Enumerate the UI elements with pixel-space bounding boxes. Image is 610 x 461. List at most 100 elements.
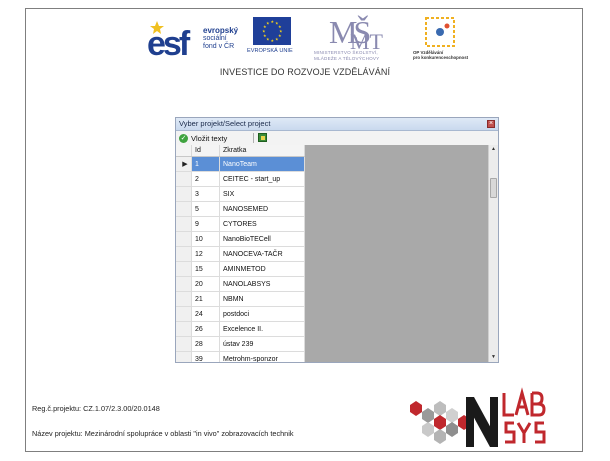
- row-selector-cell[interactable]: [176, 261, 192, 277]
- table-row[interactable]: 24 postdoci: [176, 306, 305, 322]
- esf-line-1: evropský: [203, 26, 239, 35]
- msmt-line-2: MLÁDEŽE A TĚLOVÝCHOVY: [314, 55, 380, 61]
- cell-zkratka[interactable]: postdoci: [219, 306, 305, 322]
- svg-text:★: ★: [271, 19, 275, 24]
- scroll-down-icon[interactable]: ▼: [489, 353, 498, 362]
- cell-id[interactable]: 39: [191, 351, 220, 362]
- svg-text:★: ★: [263, 33, 267, 38]
- esf-line-3: fond v ČR: [203, 43, 235, 50]
- vertical-scrollbar[interactable]: ▲ ▼: [488, 145, 498, 362]
- nanolabsys-logo: [410, 387, 546, 447]
- hexagon-cluster-icon: [410, 401, 470, 444]
- svg-text:★: ★: [271, 38, 275, 43]
- cell-zkratka[interactable]: NANOLABSYS: [219, 276, 305, 292]
- cell-zkratka[interactable]: NBMN: [219, 291, 305, 307]
- table-row[interactable]: 28 ústav 239: [176, 336, 305, 352]
- table-row[interactable]: 15 AMINMETOD: [176, 261, 305, 277]
- table-row[interactable]: 3 SIX: [176, 186, 305, 202]
- table-row[interactable]: 9 CYTORES: [176, 216, 305, 232]
- svg-text:★: ★: [278, 33, 282, 38]
- project-grid: Id Zkratka ▶ 1 NanoTeam 2 CEITEC - start_up 3…: [176, 145, 498, 362]
- row-selector-cell[interactable]: [176, 246, 192, 262]
- row-selector-cell[interactable]: [176, 291, 192, 307]
- cell-id[interactable]: 1: [191, 156, 220, 172]
- msmt-text: MINISTERSTVO ŠKOLSTVÍ, MLÁDEŽE A TĚLOVÝC…: [314, 50, 379, 61]
- row-selector-cell[interactable]: [176, 201, 192, 217]
- eu-logo: ★ ★ ★ ★ ★ ★ ★ ★ ★ ★ ★ ★ EVROPSKÁ UNIE: [247, 17, 307, 61]
- cell-id[interactable]: 28: [191, 336, 220, 352]
- cell-zkratka[interactable]: Excelence II.: [219, 321, 305, 337]
- table-row[interactable]: ▶ 1 NanoTeam: [176, 156, 305, 172]
- table-row[interactable]: 21 NBMN: [176, 291, 305, 307]
- column-header-zkratka[interactable]: Zkratka: [219, 145, 305, 157]
- n-glyph-icon: [466, 397, 498, 447]
- cell-id[interactable]: 3: [191, 186, 220, 202]
- cell-zkratka[interactable]: Metrohm-sponzor: [219, 351, 305, 362]
- msmt-line-1: MINISTERSTVO ŠKOLSTVÍ,: [314, 50, 378, 55]
- cell-zkratka[interactable]: NANOSEMED: [219, 201, 305, 217]
- scroll-up-icon[interactable]: ▲: [489, 145, 498, 154]
- project-table: Id Zkratka ▶ 1 NanoTeam 2 CEITEC - start_up 3…: [176, 145, 305, 362]
- svg-text:★: ★: [266, 21, 270, 26]
- cell-zkratka[interactable]: NanoBioTECell: [219, 231, 305, 247]
- insert-texts-button[interactable]: ✓ Vložit texty: [179, 132, 227, 144]
- excel-export-icon[interactable]: [258, 133, 267, 142]
- cell-id[interactable]: 12: [191, 246, 220, 262]
- svg-text:★: ★: [266, 37, 270, 42]
- row-selector-cell[interactable]: [176, 306, 192, 322]
- cell-zkratka[interactable]: CYTORES: [219, 216, 305, 232]
- table-row[interactable]: 20 NANOLABSYS: [176, 276, 305, 292]
- table-row[interactable]: 10 NanoBioTECell: [176, 231, 305, 247]
- cell-zkratka[interactable]: SIX: [219, 186, 305, 202]
- svg-text:★: ★: [275, 37, 279, 42]
- toolbar-separator: [253, 133, 254, 143]
- cell-zkratka[interactable]: NanoTeam: [219, 156, 305, 172]
- registration-number: Reg.č.projektu: CZ.1.07/2.3.00/20.0148: [32, 404, 160, 413]
- investice-heading: INVESTICE DO ROZVOJE VZDĚLÁVÁNÍ: [219, 67, 391, 77]
- project-name: Název projektu: Mezinárodní spolupráce v…: [32, 429, 294, 438]
- cell-id[interactable]: 2: [191, 171, 220, 187]
- cell-id[interactable]: 5: [191, 201, 220, 217]
- cell-zkratka[interactable]: AMINMETOD: [219, 261, 305, 277]
- svg-text:★: ★: [262, 29, 266, 34]
- row-selector-cell[interactable]: [176, 276, 192, 292]
- table-body: ▶ 1 NanoTeam 2 CEITEC - start_up 3 SIX 5 NANOSEM…: [176, 156, 305, 362]
- table-header-row: Id Zkratka: [176, 145, 305, 157]
- table-row[interactable]: 5 NANOSEMED: [176, 201, 305, 217]
- esf-mark-icon: esf: [147, 21, 194, 59]
- lab-sys-lettering-icon: [502, 387, 546, 444]
- table-row[interactable]: 12 NANOCEVA-TAČR: [176, 246, 305, 262]
- row-selector-cell[interactable]: [176, 216, 192, 232]
- cell-id[interactable]: 26: [191, 321, 220, 337]
- table-row[interactable]: 2 CEITEC - start_up: [176, 171, 305, 187]
- esf-text: evropský sociální fond v ČR: [203, 27, 238, 51]
- row-selector-cell[interactable]: [176, 321, 192, 337]
- cell-zkratka[interactable]: ústav 239: [219, 336, 305, 352]
- insert-texts-label: Vložit texty: [191, 133, 228, 143]
- cell-id[interactable]: 24: [191, 306, 220, 322]
- row-selector-cell[interactable]: [176, 171, 192, 187]
- row-selector-cell[interactable]: ▶: [176, 156, 192, 172]
- dialog-title: Vyber projekt/Select project: [179, 119, 271, 128]
- logo-strip: esf evropský sociální fond v ČR ★ ★ ★ ★ ★ ★ …: [147, 13, 469, 67]
- cell-id[interactable]: 9: [191, 216, 220, 232]
- cell-id[interactable]: 21: [191, 291, 220, 307]
- dialog-titlebar[interactable]: Vyber projekt/Select project ×: [176, 118, 498, 131]
- row-selector-cell[interactable]: [176, 186, 192, 202]
- row-selector-cell[interactable]: [176, 336, 192, 352]
- close-button[interactable]: ×: [487, 120, 495, 128]
- table-row[interactable]: 26 Excelence II.: [176, 321, 305, 337]
- row-selector-cell[interactable]: [176, 351, 192, 362]
- dialog-toolbar: ✓ Vložit texty: [176, 131, 498, 146]
- row-selector-cell[interactable]: [176, 231, 192, 247]
- table-row[interactable]: 39 Metrohm-sponzor: [176, 351, 305, 362]
- column-header-id[interactable]: Id: [191, 145, 220, 157]
- cell-id[interactable]: 20: [191, 276, 220, 292]
- cell-zkratka[interactable]: CEITEC - start_up: [219, 171, 305, 187]
- scroll-thumb[interactable]: [490, 178, 497, 198]
- cell-id[interactable]: 10: [191, 231, 220, 247]
- op-line-2: pro konkurenceschopnost: [413, 55, 469, 60]
- eu-flag-icon: ★ ★★ ★★★ ★★★ ★★★: [253, 17, 291, 45]
- cell-id[interactable]: 15: [191, 261, 220, 277]
- cell-zkratka[interactable]: NANOCEVA-TAČR: [219, 246, 305, 262]
